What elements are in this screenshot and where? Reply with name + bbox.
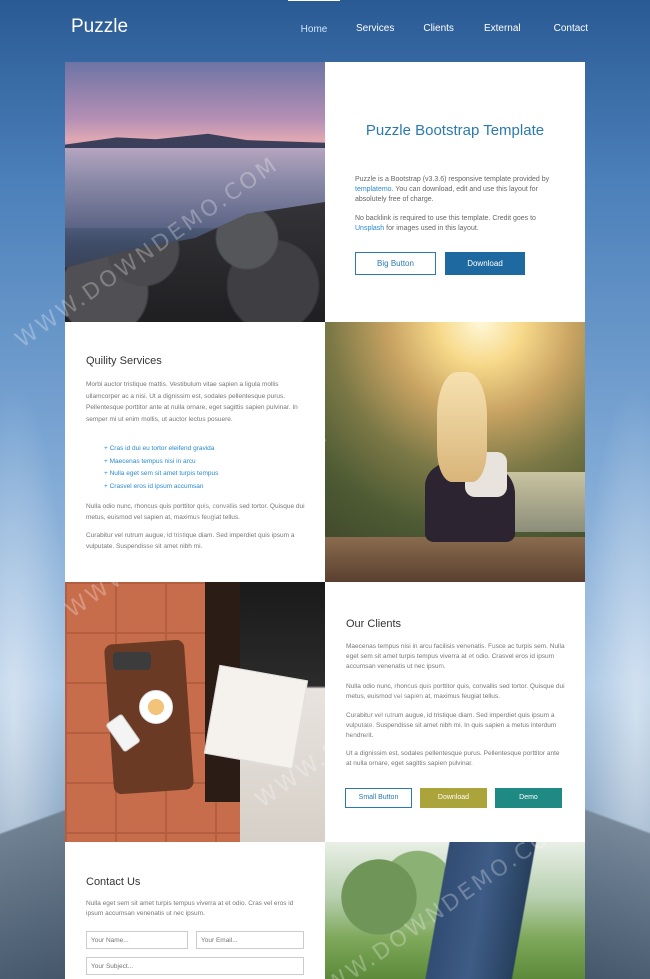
email-field[interactable] xyxy=(196,931,304,949)
contact-paragraph: Nulla eget sem sit amet turpis tempus vi… xyxy=(86,900,294,917)
clients-download-button[interactable]: Download xyxy=(420,788,487,808)
name-field[interactable] xyxy=(86,931,188,949)
services-list-item[interactable]: Maecenas tempus nisi in arcu xyxy=(104,456,218,469)
services-paragraph-3: Curabitur vel rutrum augue, id tristique… xyxy=(86,532,295,550)
services-title: Quility Services xyxy=(86,355,162,367)
services-list-item[interactable]: Cras id dui eu tortor eleifend gravida xyxy=(104,443,218,456)
clients-paragraph-2: Nulla odio nunc, rhoncus quis porttitor … xyxy=(346,683,565,700)
site-header: Puzzle Home Services Clients External Co… xyxy=(0,0,650,60)
nav-services[interactable]: Services xyxy=(356,0,394,44)
contact-title: Contact Us xyxy=(86,876,141,888)
services-list-item[interactable]: Crasvel eros id ipsum accumsan xyxy=(104,481,218,494)
services-paragraph-2: Nulla odio nunc, rhoncus quis porttitor … xyxy=(86,503,305,521)
services-panel: Quility Services Morbi auctor tristique … xyxy=(65,322,325,582)
contact-panel: Contact Us Nulla eget sem sit amet turpi… xyxy=(65,842,325,979)
clients-paragraph-1: Maecenas tempus nisi in arcu facilisis v… xyxy=(346,643,565,670)
intro-paragraph-1: Puzzle is a Bootstrap (v3.3.6) responsiv… xyxy=(355,175,560,205)
download-button[interactable]: Download xyxy=(445,252,525,275)
unsplash-link[interactable]: Unsplash xyxy=(355,225,384,232)
intro-paragraph-2: No backlink is required to use this temp… xyxy=(355,214,560,234)
nav-clients[interactable]: Clients xyxy=(423,0,454,44)
small-button[interactable]: Small Button xyxy=(345,788,412,808)
main-nav: Home Services Clients External Contact xyxy=(288,0,588,44)
clients-panel: Our Clients Maecenas tempus nisi in arcu… xyxy=(325,582,585,842)
open-magazine xyxy=(203,664,309,770)
intro-text: No backlink is required to use this temp… xyxy=(355,215,536,222)
coffee-table-image xyxy=(65,582,325,842)
intro-panel: Puzzle Bootstrap Template Puzzle is a Bo… xyxy=(325,62,585,322)
intro-text: Puzzle is a Bootstrap (v3.3.6) responsiv… xyxy=(355,176,550,183)
services-paragraph-1: Morbi auctor tristique mattis. Vestibulu… xyxy=(86,381,298,423)
nav-external[interactable]: External xyxy=(484,0,521,44)
sunset-coast-image xyxy=(65,62,325,322)
services-list-item[interactable]: Nulla eget sem sit amet turpis tempus xyxy=(104,468,219,481)
brand-logo[interactable]: Puzzle xyxy=(71,16,128,38)
intro-text: for images used in this layout. xyxy=(384,225,479,232)
clients-paragraph-4: Ut a dignissim est, sodales pellentesque… xyxy=(346,750,560,767)
legs-on-grass-image xyxy=(325,842,585,979)
camera-icon xyxy=(113,652,151,670)
subject-field[interactable] xyxy=(86,957,304,975)
nav-home[interactable]: Home xyxy=(288,0,340,44)
rock-ground xyxy=(325,537,585,582)
templatemo-link[interactable]: templatemo xyxy=(355,186,392,193)
demo-button[interactable]: Demo xyxy=(495,788,562,808)
nav-contact[interactable]: Contact xyxy=(554,0,588,44)
background-mountain-right xyxy=(580,739,650,979)
big-button[interactable]: Big Button xyxy=(355,252,436,275)
clients-paragraph-3: Curabitur vel rutrum augue, id tristique… xyxy=(346,712,557,739)
jeans-legs xyxy=(420,842,540,979)
girl-hair xyxy=(437,372,487,482)
clients-title: Our Clients xyxy=(346,618,402,630)
tea-cup xyxy=(139,690,173,724)
sunlit-girl-image xyxy=(325,322,585,582)
services-list: Cras id dui eu tortor eleifend gravida M… xyxy=(104,443,219,494)
intro-title: Puzzle Bootstrap Template xyxy=(365,122,545,139)
background-mountain-left xyxy=(0,759,70,979)
